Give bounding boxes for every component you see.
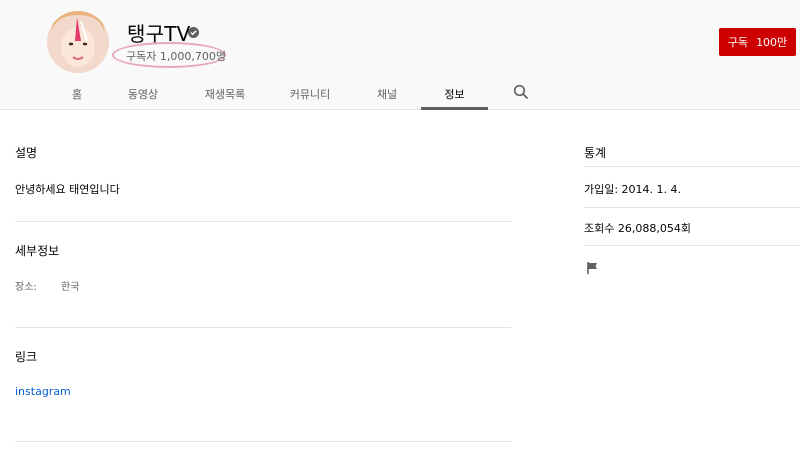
- divider: [584, 166, 800, 167]
- divider: [584, 245, 800, 246]
- search-icon[interactable]: [513, 84, 529, 100]
- view-count: 조회수 26,088,054회: [584, 222, 691, 235]
- stats-title: 통계: [584, 146, 607, 160]
- tab-playlists[interactable]: 재생목록: [196, 78, 254, 110]
- active-tab-indicator: [421, 107, 488, 110]
- divider: [584, 207, 800, 208]
- subscriber-count-highlight: 구독자 1,000,700명: [112, 42, 226, 68]
- verified-icon: [188, 27, 199, 38]
- location-label: 장소:: [15, 282, 37, 293]
- subscribe-label: 구독: [727, 36, 749, 49]
- links-title: 링크: [15, 350, 38, 364]
- divider: [15, 327, 511, 328]
- details-title: 세부정보: [15, 244, 60, 258]
- joined-date: 가입일: 2014. 1. 4.: [584, 183, 682, 196]
- tab-about[interactable]: 정보: [421, 78, 488, 110]
- subscribe-count: 100만: [756, 36, 788, 49]
- tab-videos[interactable]: 동영상: [118, 78, 168, 110]
- description-title: 설명: [15, 146, 38, 160]
- tab-home[interactable]: 홈: [59, 78, 95, 110]
- tab-community[interactable]: 커뮤니티: [281, 78, 339, 110]
- flag-icon[interactable]: [586, 260, 600, 274]
- channel-header: 탱구TV 구독자 1,000,700명 구독 100만 홈 동영상 재생목록 커…: [0, 0, 800, 110]
- channel-tabs: 홈 동영상 재생목록 커뮤니티 채널 정보: [0, 78, 800, 110]
- location-value: 한국: [61, 282, 80, 293]
- subscribe-button[interactable]: 구독 100만: [719, 28, 796, 56]
- link-instagram[interactable]: instagram: [15, 385, 71, 398]
- description-text: 안녕하세요 태연입니다: [15, 183, 120, 196]
- subscriber-count: 구독자 1,000,700명: [126, 50, 226, 63]
- divider: [15, 221, 511, 222]
- channel-avatar[interactable]: [47, 11, 109, 73]
- tab-channels[interactable]: 채널: [368, 78, 406, 110]
- divider: [15, 441, 511, 442]
